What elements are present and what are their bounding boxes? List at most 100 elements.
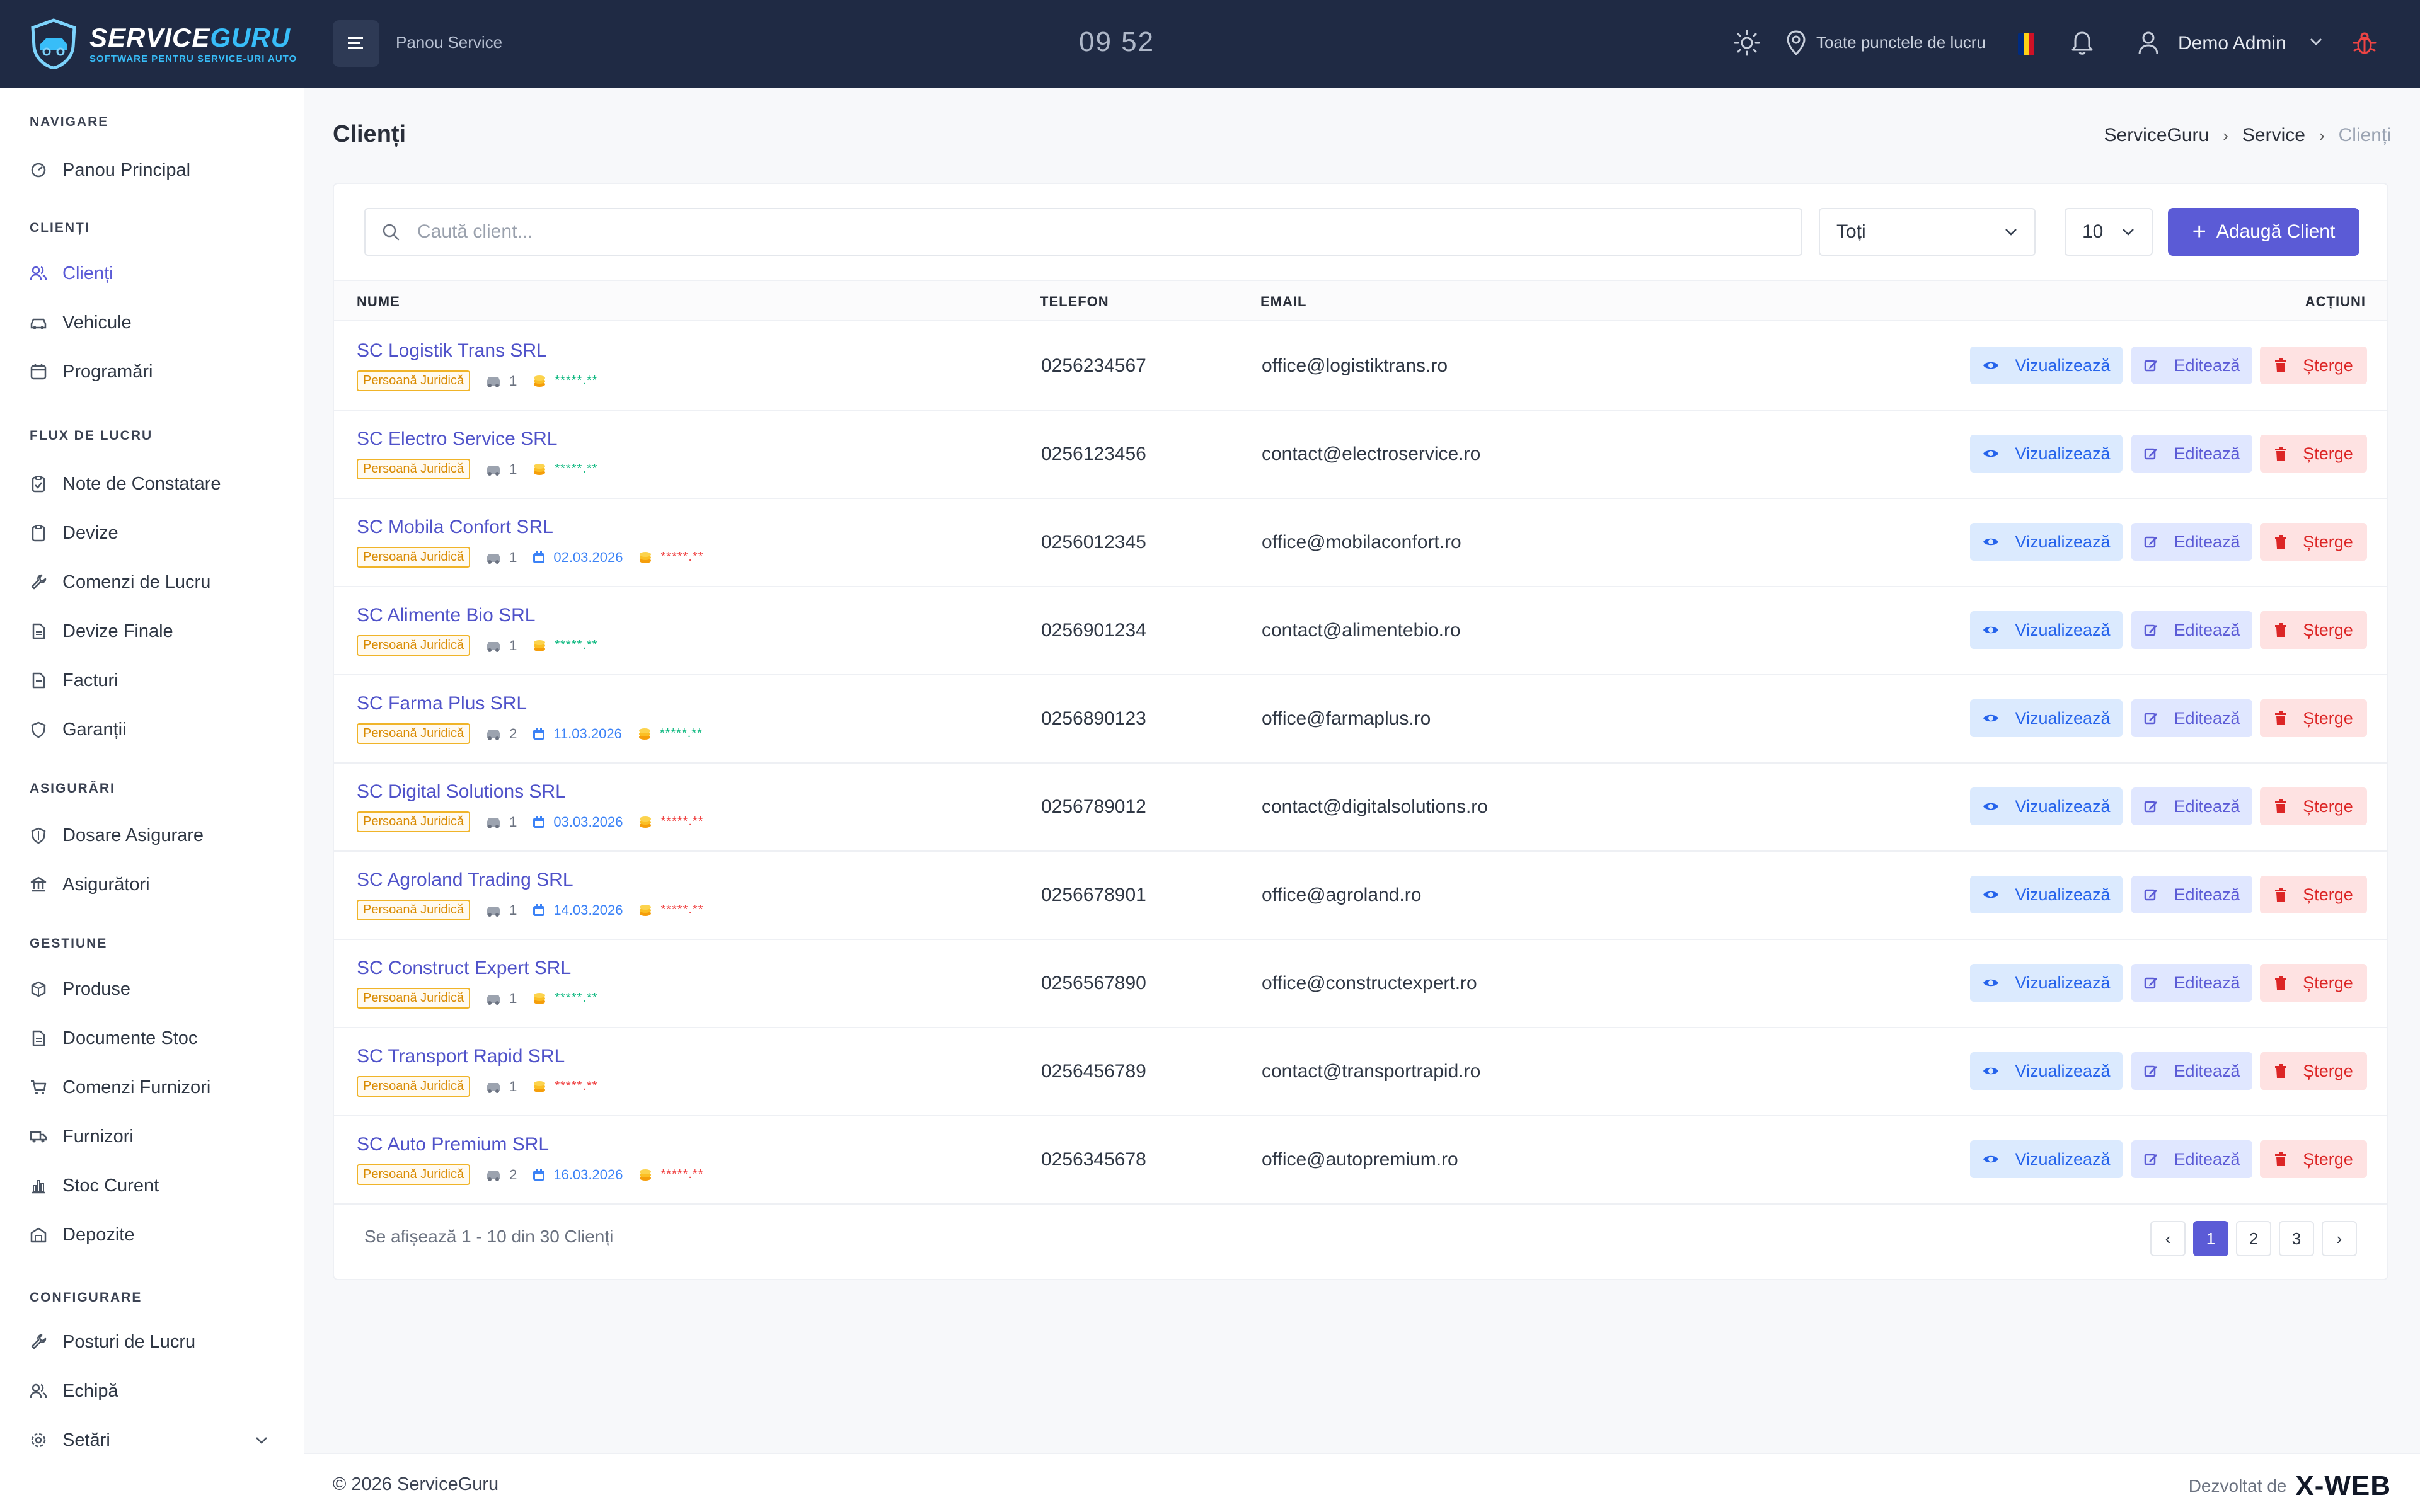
- sidebar-item-posturi-lucru[interactable]: Posturi de Lucru: [30, 1326, 195, 1358]
- edit-button[interactable]: Editează: [2131, 435, 2252, 472]
- search-box[interactable]: [364, 208, 1802, 256]
- client-name-link[interactable]: SC Transport Rapid SRL: [357, 1046, 565, 1067]
- balance-masked: *****.**: [659, 726, 703, 740]
- delete-button[interactable]: Șterge: [2260, 788, 2367, 825]
- delete-button[interactable]: Șterge: [2260, 699, 2367, 737]
- delete-button[interactable]: Șterge: [2260, 523, 2367, 561]
- edit-icon: [2143, 975, 2166, 990]
- eye-icon: [1982, 1065, 2007, 1077]
- add-client-button[interactable]: + Adaugă Client: [2168, 208, 2360, 256]
- user-menu[interactable]: Demo Admin: [2178, 33, 2286, 54]
- edit-button[interactable]: Editează: [2131, 964, 2252, 1002]
- edit-button[interactable]: Editează: [2131, 788, 2252, 825]
- edit-button[interactable]: Editează: [2131, 611, 2252, 649]
- bug-icon[interactable]: [2352, 29, 2377, 57]
- client-phone: 0256345678: [1041, 1149, 1146, 1170]
- client-name-link[interactable]: SC Agroland Trading SRL: [357, 869, 573, 891]
- sidebar-item-depozite[interactable]: Depozite: [30, 1218, 134, 1251]
- pagination-page-2[interactable]: 2: [2236, 1221, 2271, 1256]
- view-button[interactable]: Vizualizează: [1970, 346, 2123, 384]
- edit-button[interactable]: Editează: [2131, 1140, 2252, 1178]
- delete-button[interactable]: Șterge: [2260, 876, 2367, 914]
- sidebar-item-furnizori[interactable]: Furnizori: [30, 1120, 134, 1153]
- delete-button[interactable]: Șterge: [2260, 964, 2367, 1002]
- client-name-link[interactable]: SC Logistik Trans SRL: [357, 340, 547, 362]
- per-page-select[interactable]: 10: [2065, 208, 2153, 256]
- edit-button[interactable]: Editează: [2131, 346, 2252, 384]
- chevron-down-icon[interactable]: [255, 1435, 268, 1445]
- sidebar-item-echipa[interactable]: Echipă: [30, 1375, 118, 1407]
- delete-button[interactable]: Șterge: [2260, 1140, 2367, 1178]
- view-button[interactable]: Vizualizează: [1970, 1140, 2123, 1178]
- language-flag-icon[interactable]: [2018, 33, 2034, 55]
- eye-icon: [1982, 536, 2007, 548]
- view-button[interactable]: Vizualizează: [1970, 699, 2123, 737]
- delete-button[interactable]: Șterge: [2260, 346, 2367, 384]
- delete-button[interactable]: Șterge: [2260, 435, 2367, 472]
- client-name-link[interactable]: SC Alimente Bio SRL: [357, 605, 535, 626]
- view-button[interactable]: Vizualizează: [1970, 523, 2123, 561]
- chevron-down-icon[interactable]: [2309, 37, 2323, 47]
- sidebar-item-vehicule[interactable]: Vehicule: [30, 306, 132, 339]
- sidebar-item-programari[interactable]: Programări: [30, 355, 153, 388]
- sidebar-item-clienti[interactable]: Clienți: [30, 257, 113, 290]
- client-phone: 0256567890: [1041, 973, 1146, 994]
- client-name-link[interactable]: SC Electro Service SRL: [357, 428, 557, 450]
- sidebar-item-note-constatare[interactable]: Note de Constatare: [30, 467, 221, 500]
- sidebar-item-facturi[interactable]: Facturi: [30, 664, 118, 697]
- location-selector[interactable]: Toate punctele de lucru: [1816, 33, 1986, 52]
- edit-button[interactable]: Editează: [2131, 523, 2252, 561]
- edit-icon: [2143, 799, 2166, 814]
- xweb-logo[interactable]: X-WEB: [2295, 1470, 2391, 1502]
- sidebar-item-setari[interactable]: Setări: [30, 1424, 282, 1457]
- sidebar-item-comenzi-lucru[interactable]: Comenzi de Lucru: [30, 566, 210, 598]
- sidebar-item-asiguratori[interactable]: Asigurători: [30, 868, 150, 901]
- view-button[interactable]: Vizualizează: [1970, 435, 2123, 472]
- vehicle-count: 1: [509, 637, 517, 653]
- pagination-next-button[interactable]: ›: [2322, 1221, 2357, 1256]
- page-footer: © 2026 ServiceGuru Dezvoltat de X-WEB: [304, 1453, 2420, 1512]
- client-name-link[interactable]: SC Farma Plus SRL: [357, 693, 527, 714]
- view-button[interactable]: Vizualizează: [1970, 964, 2123, 1002]
- sidebar-item-devize-finale[interactable]: Devize Finale: [30, 615, 173, 648]
- view-button[interactable]: Vizualizează: [1970, 611, 2123, 649]
- edit-button[interactable]: Editează: [2131, 699, 2252, 737]
- sun-icon[interactable]: [1733, 29, 1761, 57]
- pagination-page-3[interactable]: 3: [2279, 1221, 2314, 1256]
- sidebar-item-garantii[interactable]: Garanții: [30, 713, 127, 746]
- client-name-link[interactable]: SC Digital Solutions SRL: [357, 781, 566, 803]
- table-row: SC Alimente Bio SRL Persoană Juridică 1 ***…: [334, 587, 2387, 675]
- menu-toggle-button[interactable]: [333, 20, 379, 67]
- shield-icon: [30, 827, 47, 844]
- sidebar-item-panou-principal[interactable]: Panou Principal: [30, 154, 190, 186]
- edit-button[interactable]: Editează: [2131, 1052, 2252, 1090]
- search-input[interactable]: [417, 221, 1741, 243]
- client-name-link[interactable]: SC Construct Expert SRL: [357, 958, 571, 979]
- view-button[interactable]: Vizualizează: [1970, 788, 2123, 825]
- warehouse-icon: [30, 1226, 47, 1244]
- sidebar-item-devize[interactable]: Devize: [30, 517, 118, 549]
- logo[interactable]: SERVICEGURU SOFTWARE PENTRU SERVICE-URI …: [29, 18, 297, 69]
- eye-icon: [1982, 888, 2007, 901]
- pagination-prev-button[interactable]: ‹: [2150, 1221, 2186, 1256]
- breadcrumb-link-service[interactable]: Service: [2242, 125, 2305, 146]
- client-name-link[interactable]: SC Auto Premium SRL: [357, 1134, 549, 1155]
- delete-button[interactable]: Șterge: [2260, 1052, 2367, 1090]
- pagination-page-1[interactable]: 1: [2193, 1221, 2228, 1256]
- sidebar-item-comenzi-furnizori[interactable]: Comenzi Furnizori: [30, 1071, 210, 1104]
- sidebar-item-documente-stoc[interactable]: Documente Stoc: [30, 1022, 197, 1055]
- location-pin-icon[interactable]: [1785, 29, 1807, 57]
- client-name-link[interactable]: SC Mobila Confort SRL: [357, 517, 553, 538]
- sidebar-item-stoc-curent[interactable]: Stoc Curent: [30, 1169, 159, 1202]
- client-meta: Persoană Juridică 1 *****.**: [357, 370, 597, 391]
- view-button[interactable]: Vizualizează: [1970, 876, 2123, 914]
- sidebar-item-dosare-asigurare[interactable]: Dosare Asigurare: [30, 819, 204, 852]
- sidebar-item-produse[interactable]: Produse: [30, 973, 130, 1005]
- client-type-filter[interactable]: Toți: [1819, 208, 2036, 256]
- delete-button[interactable]: Șterge: [2260, 611, 2367, 649]
- view-button[interactable]: Vizualizează: [1970, 1052, 2123, 1090]
- breadcrumb-link-home[interactable]: ServiceGuru: [2104, 125, 2210, 146]
- user-icon[interactable]: [2136, 29, 2160, 57]
- bell-icon[interactable]: [2070, 29, 2095, 57]
- edit-button[interactable]: Editează: [2131, 876, 2252, 914]
